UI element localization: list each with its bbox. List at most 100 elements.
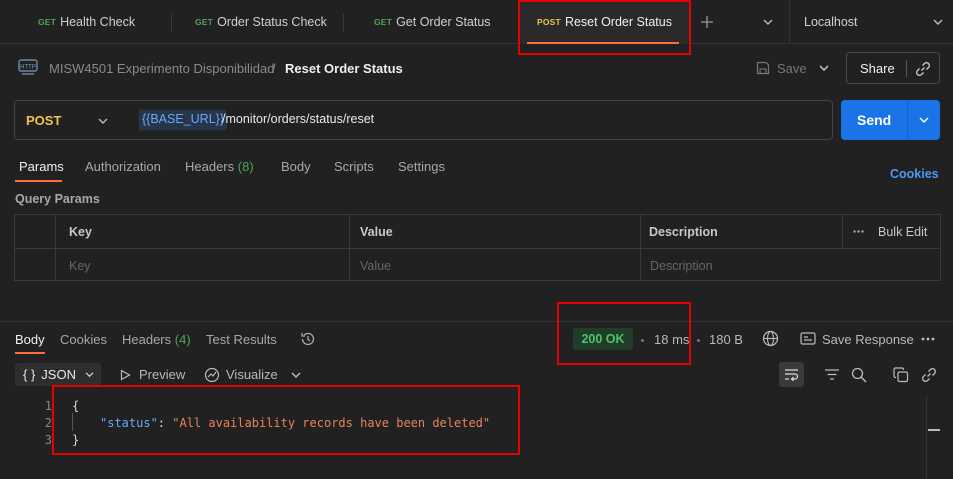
tab-authorization[interactable]: Authorization [85,159,161,174]
line-number: 3 [44,433,52,447]
query-params-title: Query Params [15,192,100,206]
active-request-tab-indicator [15,180,62,182]
send-divider [907,100,908,140]
save-response-icon [800,332,816,345]
tab-method: GET [195,17,214,27]
visualize-button[interactable]: Visualize [226,367,278,382]
tab-headers[interactable]: Headers (8) [185,159,254,174]
page-title[interactable]: Reset Order Status [285,61,403,76]
tab-settings[interactable]: Settings [398,159,445,174]
separator-dot [697,339,700,342]
http-request-icon: HTTP [18,59,38,75]
save-button[interactable]: Save [756,58,807,78]
response-time[interactable]: 18 ms [654,332,689,347]
preview-button[interactable]: Preview [139,367,185,382]
save-options-chevron-icon[interactable] [819,64,829,72]
link-icon[interactable] [921,367,937,383]
value-input[interactable]: Value [360,259,391,273]
tab-label: Order Status Check [217,15,327,29]
more-options-icon[interactable] [853,230,864,233]
response-divider [0,321,953,322]
chevron-down-icon [933,19,943,25]
history-icon[interactable] [300,331,316,347]
new-tab-icon[interactable] [700,15,714,29]
more-options-icon[interactable] [921,337,935,341]
visualize-chevron-icon[interactable] [291,371,301,379]
description-input[interactable]: Description [650,259,713,273]
headers-count: (8) [237,159,254,174]
breadcrumb-separator: / [272,61,276,76]
tab-method: POST [537,17,561,27]
response-headers-count: (4) [174,332,191,347]
cookies-link[interactable]: Cookies [890,167,939,181]
filter-icon[interactable] [824,368,840,381]
bulk-edit-button[interactable]: Bulk Edit [878,225,927,239]
response-tab-cookies[interactable]: Cookies [60,332,107,347]
separator-dot [641,339,644,342]
tab-method: GET [38,17,57,27]
column-header-value: Value [360,225,393,239]
table-column-divider [842,215,843,248]
active-response-tab-indicator [15,352,45,354]
table-column-divider [55,215,56,280]
request-url-bar: POST [14,100,833,140]
response-tab-test-results[interactable]: Test Results [206,332,277,347]
tab-order-status-check[interactable]: GET Order Status Check [195,0,327,44]
share-label: Share [860,60,895,76]
json-colon: : [157,416,173,430]
send-options-chevron-icon[interactable] [919,116,929,124]
copy-icon[interactable] [893,367,909,383]
json-line: "status": "All availability records have… [100,416,490,430]
tab-scripts[interactable]: Scripts [334,159,374,174]
method-chevron-icon[interactable] [98,117,108,125]
network-globe-icon[interactable] [762,330,779,347]
column-header-description: Description [649,225,718,239]
scrollbar-thumb[interactable] [928,429,940,431]
tab-health-check[interactable]: GET Health Check [38,0,135,44]
environment-label: Localhost [804,15,858,29]
search-icon[interactable] [851,367,867,383]
tab-divider [343,14,344,32]
tab-label: Get Order Status [396,15,491,29]
tab-get-order-status[interactable]: GET Get Order Status [374,0,491,44]
environment-selector[interactable]: Localhost [789,0,953,44]
preview-play-icon [120,369,131,381]
response-tab-body[interactable]: Body [15,332,45,347]
status-badge[interactable]: 200 OK [573,328,633,350]
format-chevron-icon [85,372,94,378]
svg-text:HTTP: HTTP [20,65,36,71]
breadcrumb-collection[interactable]: MISW4501 Experimento Disponibilidad [49,61,274,76]
format-selector[interactable]: { } JSON [15,363,101,386]
send-button[interactable]: Send [841,100,940,140]
response-tab-headers-label: Headers [122,332,172,347]
share-button[interactable]: Share [846,52,940,84]
share-divider [906,60,907,77]
format-label: { } JSON [23,367,76,382]
link-icon[interactable] [915,61,931,77]
breadcrumb: HTTP MISW4501 Experimento Disponibilidad… [0,44,953,92]
tab-label: Reset Order Status [564,15,672,29]
response-tab-headers[interactable]: Headers (4) [122,332,191,347]
json-open-brace: { [72,399,80,413]
tab-reset-order-status[interactable]: POST Reset Order Status [518,0,690,44]
url-variable[interactable]: {{BASE_URL}} [139,110,228,130]
wrap-lines-button[interactable] [779,362,804,387]
query-params-table: Key Value Description Bulk Edit Key Valu… [14,214,941,281]
key-input[interactable]: Key [69,259,91,273]
tabs-dropdown-chevron-icon[interactable] [763,18,773,26]
table-column-divider [349,215,350,280]
line-number: 1 [44,399,52,413]
save-response-button[interactable]: Save Response [822,332,914,347]
table-row-divider [15,248,940,249]
tab-headers-label: Headers [185,159,235,174]
url-input[interactable]: /monitor/orders/status/reset [222,112,374,126]
response-size[interactable]: 180 B [709,332,743,347]
tab-method: GET [374,17,393,27]
tab-params[interactable]: Params [19,159,64,174]
method-select[interactable]: POST [26,113,61,128]
visualize-icon [204,367,220,383]
line-number: 2 [44,416,52,430]
tab-bar: GET Health Check GET Order Status Check … [0,0,953,44]
tab-body[interactable]: Body [281,159,311,174]
column-header-key: Key [69,225,92,239]
